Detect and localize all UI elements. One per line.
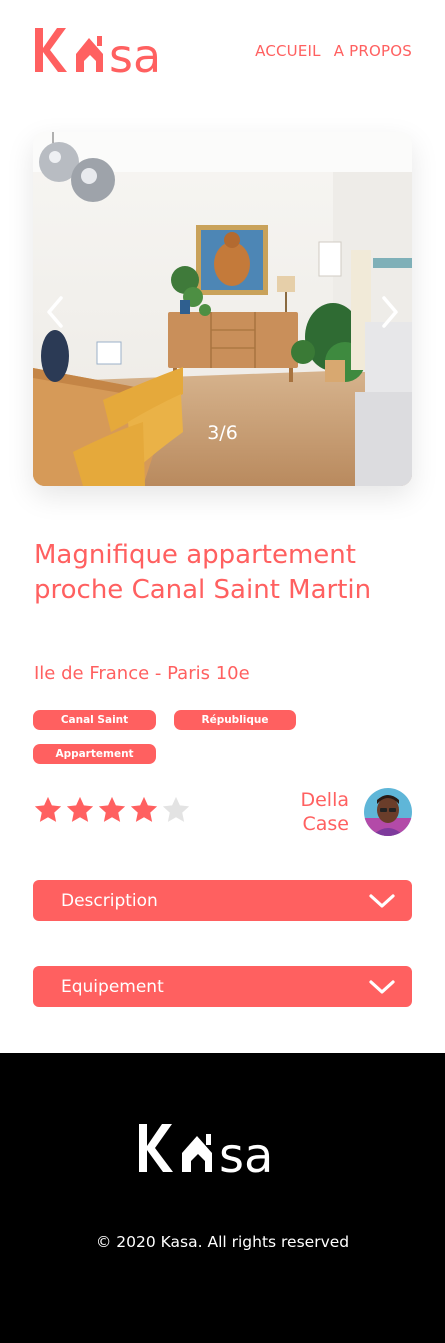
image-carousel: 3/6: [33, 132, 412, 486]
star-empty-icon: [162, 796, 190, 822]
collapse-label: Description: [61, 890, 158, 911]
host-last-name: Case: [302, 813, 350, 835]
avatar: [364, 788, 412, 836]
collapse-description[interactable]: Description: [33, 880, 412, 921]
listing-title: Magnifique appartement proche Canal Sain…: [34, 540, 372, 605]
host-info: Della Case: [300, 788, 412, 836]
svg-text:sa: sa: [219, 1128, 273, 1178]
collapse-equipment[interactable]: Equipement: [33, 966, 412, 1007]
rating-stars: [33, 795, 191, 825]
nav-home-link[interactable]: ACCUEIL: [255, 42, 321, 60]
copyright-text: © 2020 Kasa. All rights reserved: [95, 1233, 350, 1251]
collapse-label: Equipement: [61, 976, 164, 997]
site-footer: sa © 2020 Kasa. All rights reserved: [0, 1053, 445, 1343]
slide-counter: 3/6: [207, 422, 238, 444]
star-filled-icon: [130, 796, 158, 822]
tag-list: Canal Saint Martin République Appartemen…: [33, 710, 333, 764]
main-nav: ACCUEIL A PROPOS: [255, 42, 412, 60]
svg-text:sa: sa: [109, 29, 161, 78]
host-name: Della Case: [300, 788, 349, 836]
tag: Canal Saint Martin: [33, 710, 156, 746]
star-filled-icon: [66, 796, 94, 822]
listing-location: Ile de France - Paris 10e: [34, 663, 250, 684]
chevron-down-icon[interactable]: [368, 892, 396, 910]
tag: Appartement: [33, 744, 156, 764]
tag: République: [174, 710, 296, 730]
host-first-name: Della: [300, 789, 349, 811]
star-filled-icon: [98, 796, 126, 822]
nav-about-link[interactable]: A PROPOS: [334, 42, 412, 60]
chevron-left-icon[interactable]: [41, 292, 71, 332]
site-header: sa ACCUEIL A PROPOS: [0, 0, 445, 110]
chevron-right-icon[interactable]: [374, 292, 404, 332]
chevron-down-icon[interactable]: [368, 978, 396, 996]
kasa-logo-footer: sa: [139, 1124, 273, 1178]
kasa-logo[interactable]: sa: [33, 24, 193, 78]
star-filled-icon: [34, 796, 62, 822]
